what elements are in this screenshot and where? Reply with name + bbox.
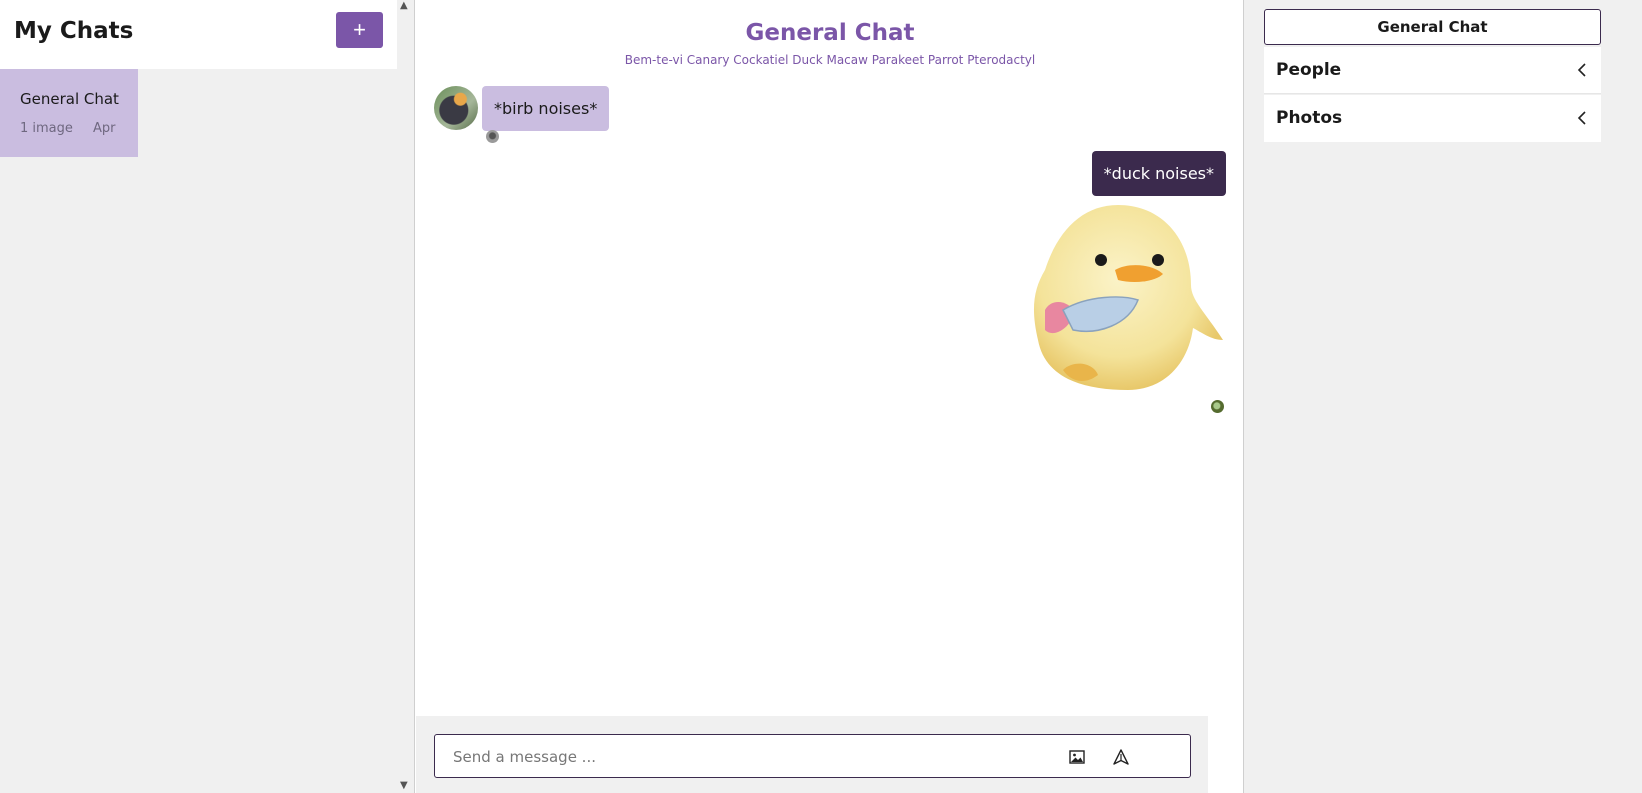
chat-list-title: My Chats — [14, 18, 134, 44]
message-bubble-sent: *duck noises* — [1091, 151, 1226, 196]
send-icon[interactable] — [1111, 747, 1131, 767]
people-section-label: People — [1276, 60, 1342, 80]
chat-list-item-name: General Chat — [20, 90, 119, 108]
chat-list-header: My Chats + — [0, 0, 397, 69]
chat-title: General Chat — [745, 20, 915, 46]
chat-list-item-preview: 1 image — [20, 121, 73, 136]
new-chat-button[interactable]: + — [336, 12, 383, 48]
scroll-down-arrow-icon[interactable]: ▼ — [400, 780, 408, 791]
message-input[interactable] — [453, 745, 1053, 769]
photos-section-label: Photos — [1276, 108, 1343, 128]
chevron-left-icon — [1577, 63, 1586, 77]
scroll-up-arrow-icon[interactable]: ▲ — [400, 0, 408, 11]
message-composer — [434, 734, 1191, 778]
composer-area — [416, 716, 1208, 793]
chevron-left-icon — [1577, 111, 1586, 125]
chat-panel: General Chat Bem-te-vi Canary Cockatiel … — [414, 0, 1244, 793]
message-bubble-received: *birb noises* — [482, 86, 610, 131]
chat-details-title: General Chat — [1264, 9, 1601, 45]
read-receipt-avatar — [486, 130, 499, 143]
photos-section-toggle[interactable]: Photos — [1264, 95, 1601, 142]
avatar — [434, 86, 478, 130]
read-receipt-avatar — [1211, 400, 1224, 413]
chat-list-sidebar: My Chats + General Chat 1 image Apr ▲ ▼ — [0, 0, 414, 793]
chat-members: Bem-te-vi Canary Cockatiel Duck Macaw Pa… — [624, 53, 1036, 67]
chat-list-item-date: Apr — [93, 121, 116, 136]
people-section-toggle[interactable]: People — [1264, 47, 1601, 94]
chat-list-item[interactable]: General Chat 1 image Apr — [0, 69, 138, 157]
image-icon[interactable] — [1067, 747, 1087, 767]
chat-details-sidebar: General Chat People Photos — [1244, 0, 1642, 793]
duck-with-knife-image[interactable] — [1023, 200, 1228, 400]
